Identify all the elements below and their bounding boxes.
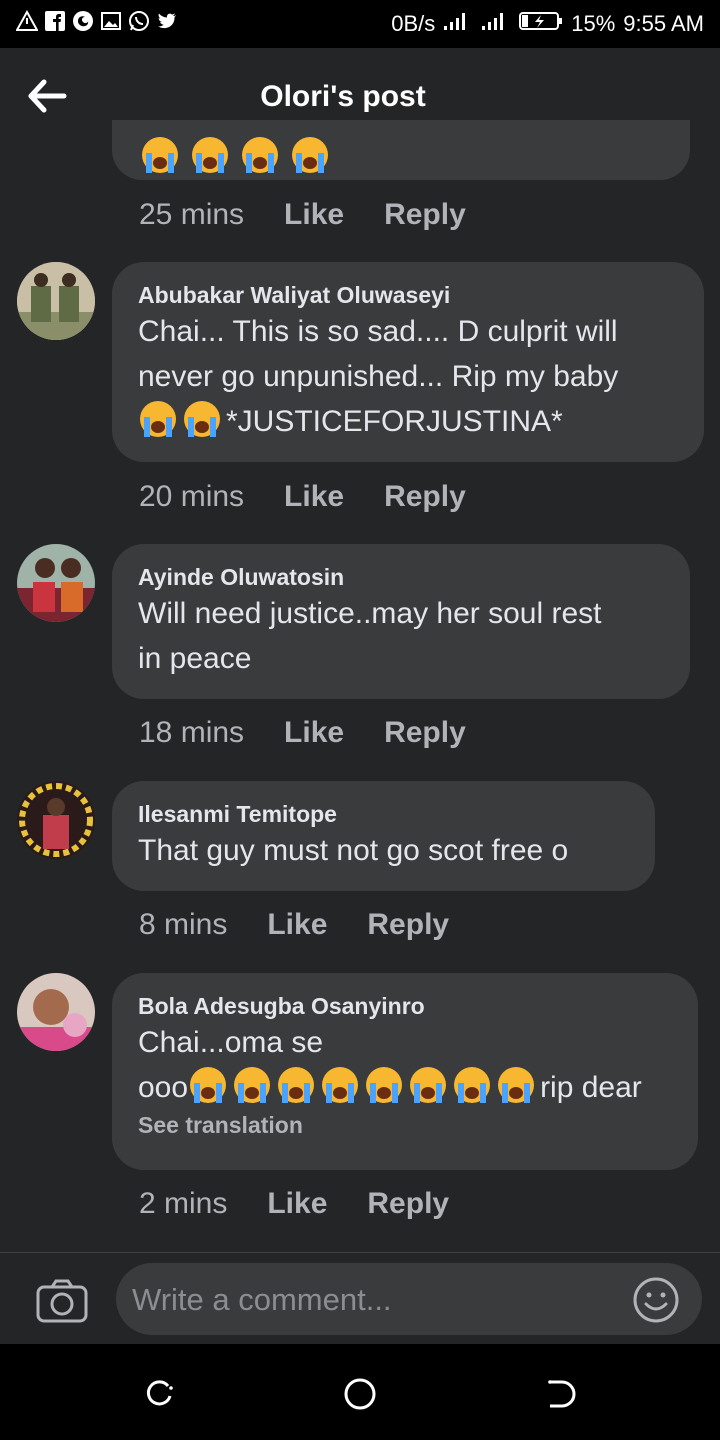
- comment-line: in peace: [138, 642, 252, 675]
- comment-line: Will need justice..may her soul rest: [138, 597, 602, 630]
- signal-icon-2: [481, 10, 511, 38]
- page-title: Olori's post: [260, 80, 426, 113]
- like-button[interactable]: Like: [284, 480, 344, 514]
- comment-time: 25 mins: [139, 198, 245, 231]
- system-nav-bar: [0, 1344, 720, 1440]
- comment-bubble[interactable]: Ilesanmi Temitope That guy must not go s…: [112, 781, 655, 891]
- comment-meta: 18 mins Like Reply: [139, 716, 466, 750]
- gallery-icon: [100, 10, 122, 32]
- comment-line-suffix: rip dear: [540, 1071, 642, 1104]
- crying-emoji-group: [188, 1067, 540, 1104]
- comment-text: Will need justice..may her soul rest in …: [138, 591, 664, 681]
- commenter-name[interactable]: Bola Adesugba Osanyinro: [138, 993, 672, 1020]
- comment-line-prefix: ooo: [138, 1071, 189, 1104]
- crying-emoji-icon: [366, 1067, 403, 1103]
- whatsapp-icon: [128, 10, 150, 32]
- recent-apps-button[interactable]: [140, 1374, 180, 1414]
- crying-emoji-icon: [242, 137, 278, 173]
- like-button[interactable]: Like: [284, 198, 344, 232]
- avatar[interactable]: [17, 781, 95, 859]
- crying-emoji-icon: [498, 1067, 535, 1103]
- crying-emoji-icon: [190, 1067, 227, 1103]
- crying-emoji-icon: [454, 1067, 491, 1103]
- comment-line: Chai... This is so sad.... D culprit wil…: [138, 315, 618, 348]
- reply-button[interactable]: Reply: [384, 480, 466, 514]
- crying-emoji-icon: [322, 1067, 359, 1103]
- comment-line: never go unpunished... Rip my baby: [138, 360, 619, 393]
- comment-composer: [0, 1252, 720, 1345]
- comment-time: 18 mins: [139, 716, 245, 749]
- crying-emoji-icon: [410, 1067, 447, 1103]
- comment-bubble[interactable]: Abubakar Waliyat Oluwaseyi Chai... This …: [112, 262, 704, 462]
- reply-button[interactable]: Reply: [367, 908, 449, 942]
- like-button[interactable]: Like: [267, 1187, 327, 1221]
- comment-meta: 2 mins Like Reply: [139, 1187, 449, 1221]
- clock: 9:55 AM: [623, 11, 704, 36]
- comment-line: Chai...oma se: [138, 1026, 324, 1059]
- comment-line-with-emoji: ooo rip dear: [138, 1065, 672, 1110]
- signal-icon: [443, 10, 473, 38]
- crying-emoji-icon: [278, 1067, 315, 1103]
- battery-percent: 15%: [571, 11, 616, 36]
- comment-text: Chai... This is so sad.... D culprit wil…: [138, 309, 678, 444]
- crying-emoji-icon: [140, 401, 176, 437]
- network-speed: 0B/s: [391, 11, 436, 36]
- comment-text: Chai...oma se ooo rip dear: [138, 1020, 672, 1110]
- emoji-picker-icon[interactable]: [632, 1276, 680, 1324]
- commenter-name[interactable]: Ilesanmi Temitope: [138, 801, 629, 828]
- comment-line: That guy must not go scot free o: [138, 834, 569, 867]
- comment-line-with-emoji: *JUSTICEFORJUSTINA*: [138, 399, 678, 444]
- battery-icon: [519, 10, 563, 38]
- app-icon: [72, 10, 94, 32]
- see-translation-link[interactable]: See translation: [138, 1112, 672, 1139]
- reply-button[interactable]: Reply: [367, 1187, 449, 1221]
- home-button[interactable]: [340, 1374, 380, 1414]
- comment-meta: 20 mins Like Reply: [139, 480, 466, 514]
- comment-meta: 25 mins Like Reply: [139, 198, 466, 232]
- comment-bubble[interactable]: Ayinde Oluwatosin Will need justice..may…: [112, 544, 690, 699]
- twitter-icon: [156, 10, 178, 32]
- avatar[interactable]: [17, 262, 95, 340]
- comment-input-container[interactable]: [116, 1263, 702, 1337]
- crying-emoji-icon: [142, 137, 178, 173]
- comment-bubble[interactable]: Bola Adesugba Osanyinro Chai...oma se oo…: [112, 973, 698, 1170]
- notification-icons: [16, 10, 178, 32]
- comment-time: 20 mins: [139, 480, 245, 513]
- back-nav-button[interactable]: [540, 1374, 580, 1414]
- comment-time: 8 mins: [139, 908, 228, 941]
- commenter-name[interactable]: Ayinde Oluwatosin: [138, 564, 664, 591]
- warning-icon: [16, 10, 38, 32]
- facebook-icon: [44, 10, 66, 32]
- like-button[interactable]: Like: [267, 908, 327, 942]
- comment-text: That guy must not go scot free o: [138, 828, 629, 873]
- reply-button[interactable]: Reply: [384, 716, 466, 750]
- avatar[interactable]: [17, 973, 95, 1051]
- comment-time: 2 mins: [139, 1187, 228, 1220]
- commenter-name[interactable]: Abubakar Waliyat Oluwaseyi: [138, 282, 678, 309]
- comment-line: *JUSTICEFORJUSTINA*: [226, 405, 563, 438]
- status-bar: 0B/s 15% 9:55 AM: [0, 0, 720, 48]
- avatar[interactable]: [17, 544, 95, 622]
- crying-emoji-group: [140, 135, 334, 175]
- comment-bubble-partial[interactable]: [112, 120, 690, 180]
- camera-icon[interactable]: [36, 1279, 88, 1323]
- like-button[interactable]: Like: [284, 716, 344, 750]
- comment-meta: 8 mins Like Reply: [139, 908, 449, 942]
- reply-button[interactable]: Reply: [384, 198, 466, 232]
- crying-emoji-icon: [234, 1067, 271, 1103]
- crying-emoji-icon: [184, 401, 220, 437]
- comment-input[interactable]: [130, 1263, 614, 1337]
- crying-emoji-icon: [192, 137, 228, 173]
- crying-emoji-icon: [292, 137, 328, 173]
